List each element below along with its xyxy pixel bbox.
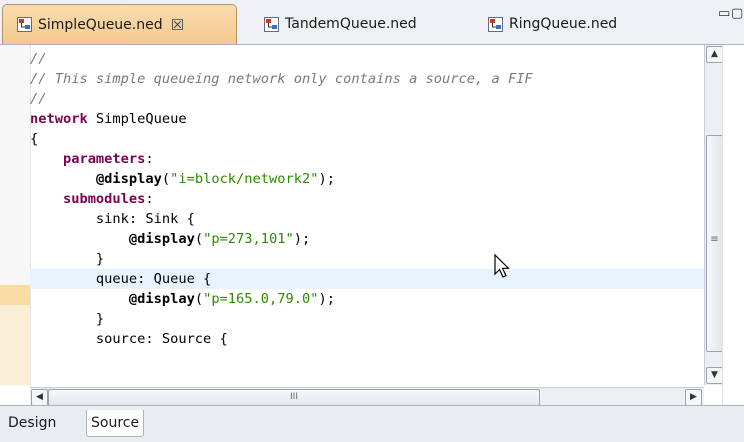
string-token: "p=165.0,79.0": [203, 291, 319, 307]
code-line-current: queue: Queue {: [30, 269, 704, 289]
code-line: source: Source {: [30, 331, 228, 347]
tab-design[interactable]: Design: [4, 410, 60, 436]
code-token: (: [194, 231, 204, 247]
grip-icon: ≡: [710, 234, 719, 245]
keyword-token: parameters: [62, 151, 146, 167]
code-line: }: [30, 311, 105, 327]
code-token: (: [161, 171, 171, 187]
code-line: @display("p=165.0,79.0");: [30, 289, 704, 309]
source-editor[interactable]: // // This simple queueing network only …: [0, 45, 744, 406]
code-line: //: [30, 91, 47, 107]
ned-file-icon: [17, 17, 32, 32]
string-token: "i=block/network2": [170, 171, 319, 187]
code-line: network SimpleQueue: [30, 109, 704, 129]
code-line: {: [30, 131, 39, 147]
close-icon[interactable]: ☒: [171, 16, 184, 34]
tab-ringqueue[interactable]: RingQueue.ned: [474, 4, 674, 44]
mouse-pointer-icon: [494, 254, 510, 278]
ned-file-icon: [264, 16, 279, 32]
tab-source[interactable]: Source: [86, 410, 145, 437]
code-line: submodules:: [30, 189, 704, 209]
code-area[interactable]: // // This simple queueing network only …: [30, 45, 704, 385]
code-token: SimpleQueue: [87, 111, 187, 127]
horizontal-scroll-thumb[interactable]: III: [48, 389, 540, 406]
tab-tandemqueue[interactable]: TandemQueue.ned: [250, 4, 470, 44]
annotation-token: @display: [128, 231, 195, 247]
scroll-up-button[interactable]: ▲: [706, 46, 723, 63]
minimize-icon[interactable]: ▭: [718, 6, 730, 21]
code-token: );: [318, 291, 335, 307]
keyword-token: network: [30, 111, 88, 127]
annotation-token: @display: [95, 171, 162, 187]
ned-editor-window: SimpleQueue.ned ☒ TandemQueue.ned RingQu…: [0, 0, 744, 442]
code-line: sink: Sink {: [30, 211, 195, 227]
vertical-scrollbar[interactable]: ▲ ≡ ▼: [704, 45, 723, 385]
keyword-token: submodules: [62, 191, 146, 207]
code-token: );: [293, 231, 311, 247]
tab-label: RingQueue.ned: [509, 16, 618, 32]
vertical-scroll-thumb[interactable]: ≡: [706, 135, 723, 352]
code-line: }: [30, 251, 105, 267]
annotation-token: @display: [128, 291, 195, 307]
current-line-marker: [0, 285, 30, 305]
string-token: "p=273,101": [203, 231, 294, 247]
editor-tab-bar: SimpleQueue.ned ☒ TandemQueue.ned RingQu…: [0, 0, 744, 45]
code-token: :: [145, 191, 154, 207]
code-line: //: [30, 51, 47, 67]
code-line: // This simple queueing network only con…: [30, 71, 533, 87]
horizontal-scrollbar[interactable]: ◀ III ▶: [30, 387, 704, 406]
overview-ruler: [722, 45, 744, 405]
code-line: @display("i=block/network2");: [30, 169, 704, 189]
scroll-left-button[interactable]: ◀: [31, 389, 48, 406]
code-token: );: [318, 171, 335, 187]
editor-page-tabs: Design Source: [0, 405, 744, 442]
tab-simplequeue[interactable]: SimpleQueue.ned ☒: [2, 4, 237, 44]
code-line: @display("p=273,101");: [30, 229, 704, 249]
change-marker: [0, 305, 30, 385]
code-token: (: [194, 291, 204, 307]
maximize-icon[interactable]: ▢: [731, 6, 743, 21]
ned-file-icon: [488, 16, 503, 32]
tab-label: SimpleQueue.ned: [38, 16, 163, 33]
code-line: parameters:: [30, 149, 704, 169]
line-ruler: [0, 45, 31, 385]
code-token: :: [145, 151, 154, 167]
scroll-right-button[interactable]: ▶: [685, 389, 702, 406]
tab-label: TandemQueue.ned: [285, 16, 417, 32]
scroll-down-button[interactable]: ▼: [706, 367, 723, 384]
